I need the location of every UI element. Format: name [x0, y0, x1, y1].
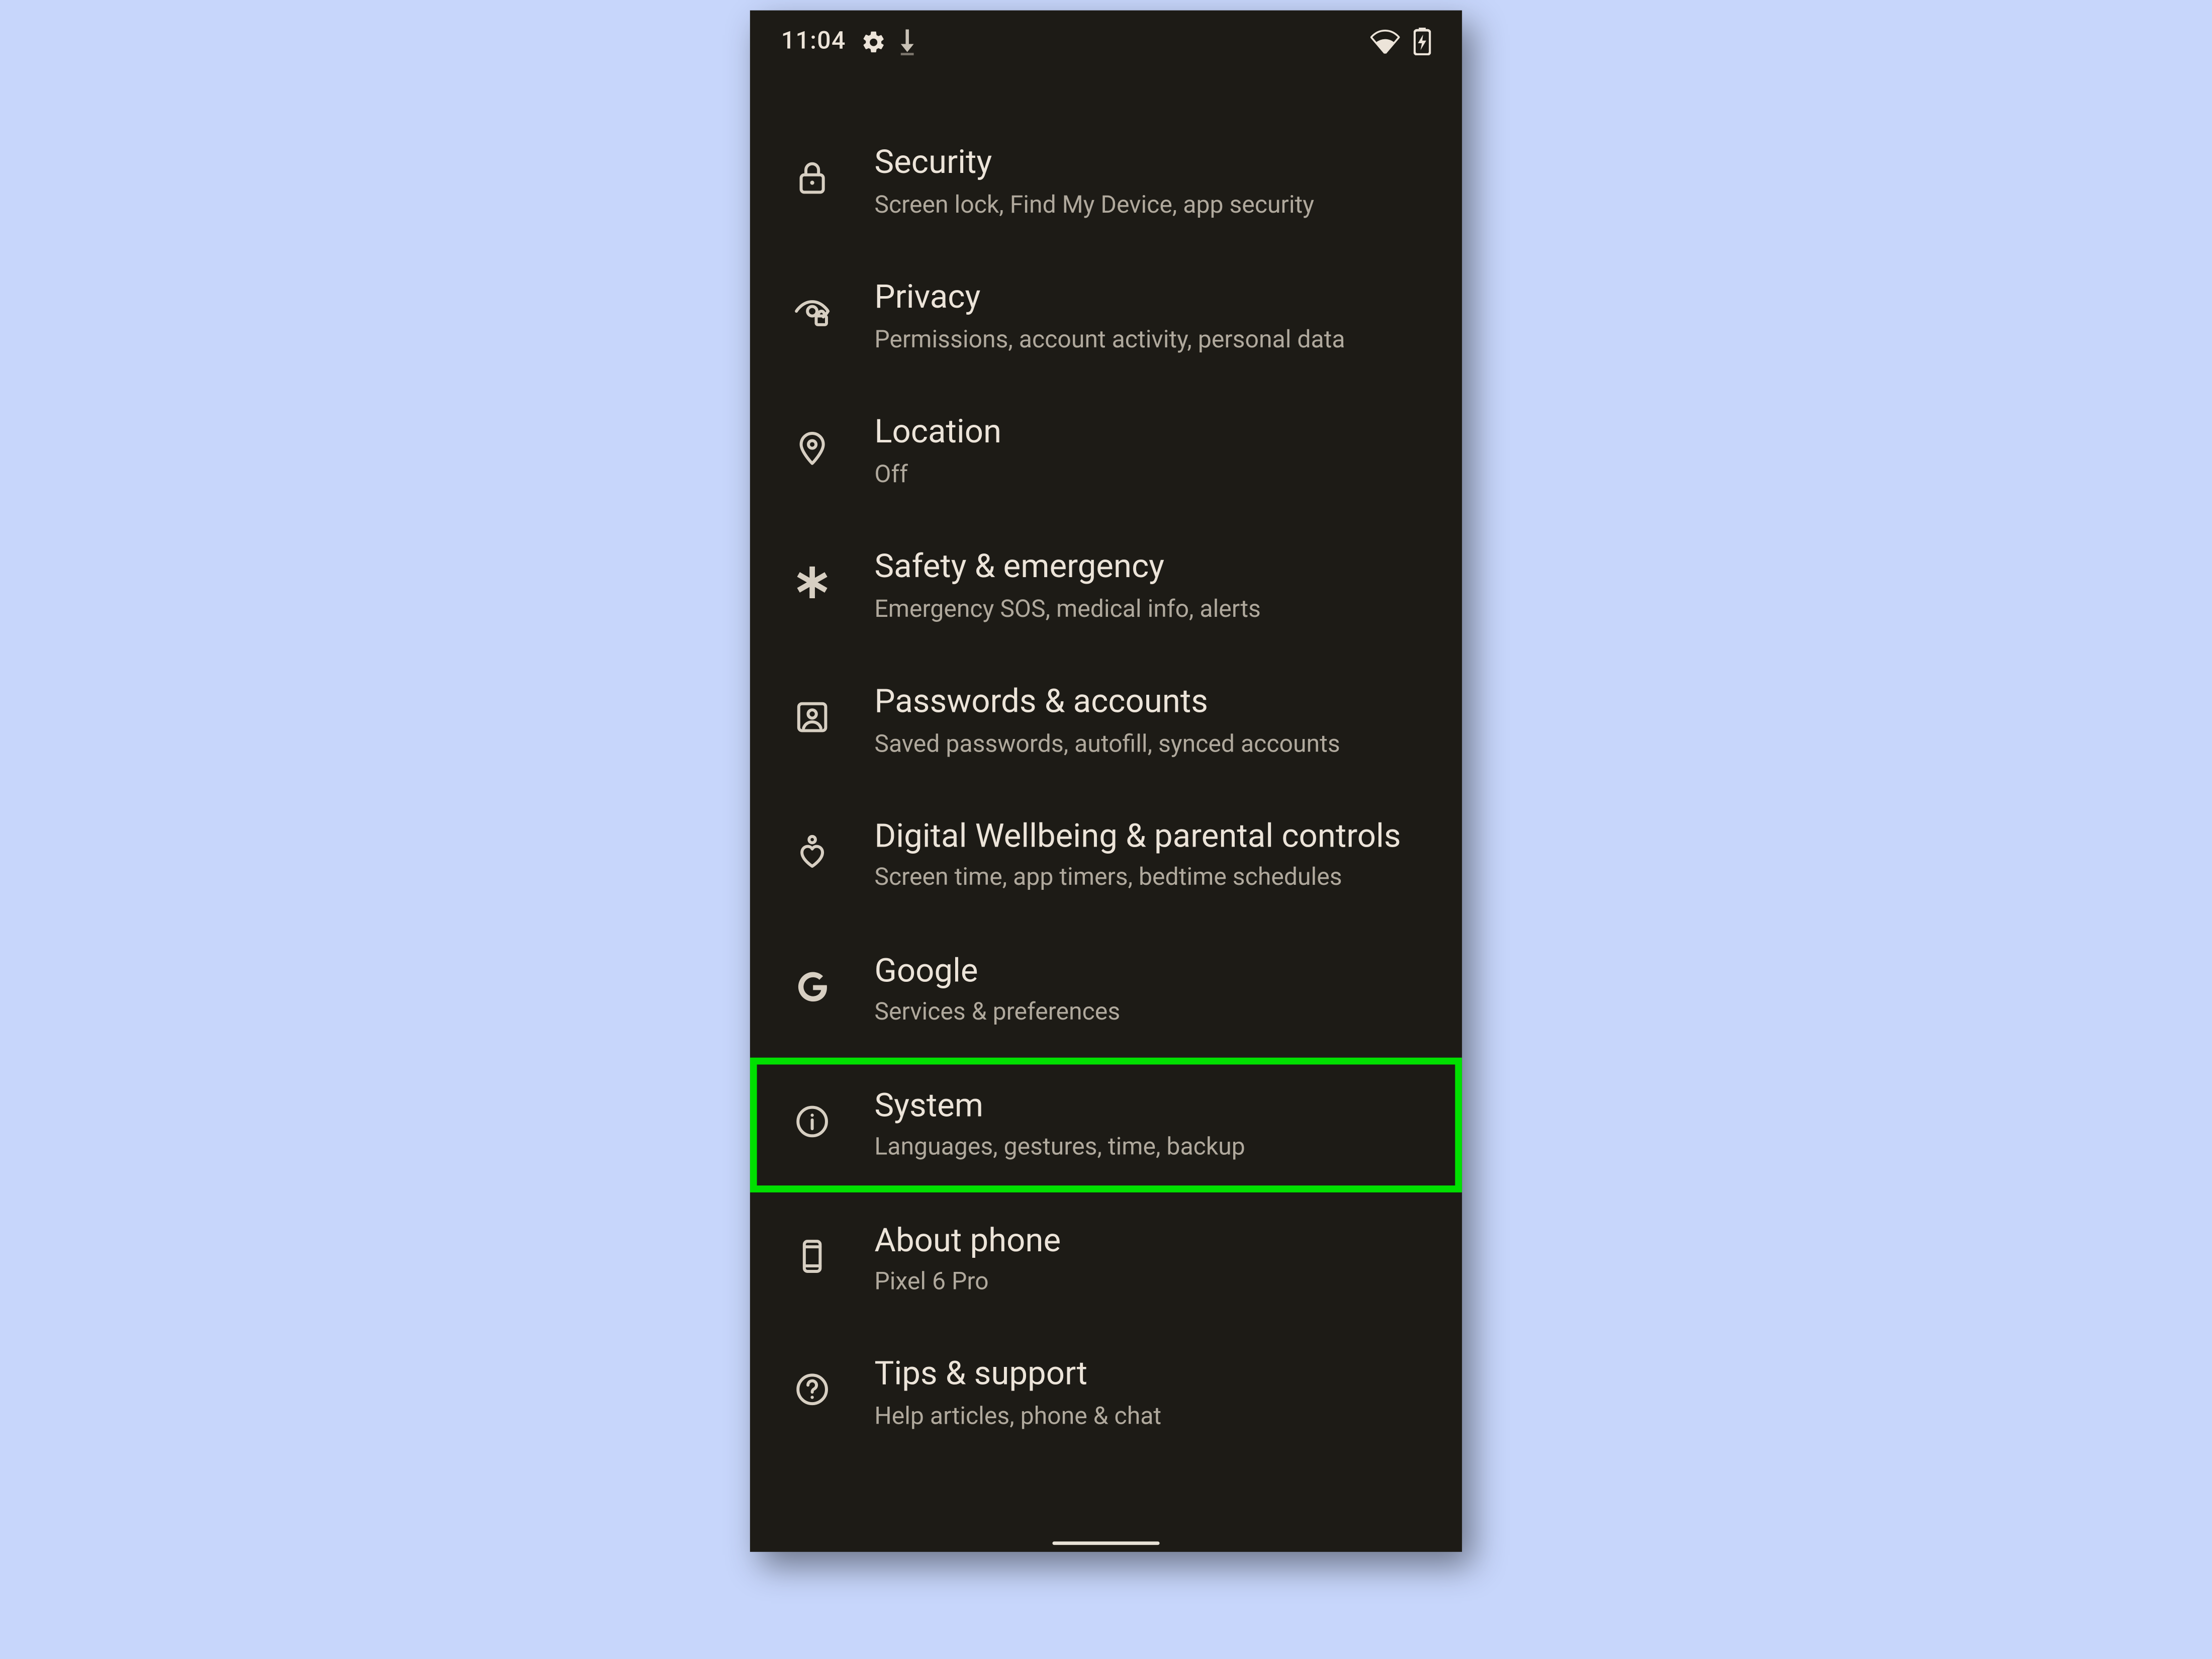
location-pin-icon — [778, 413, 847, 482]
settings-item-subtitle: Services & preferences — [874, 998, 1424, 1030]
info-icon — [778, 1086, 847, 1156]
settings-item-tips[interactable]: Tips & support Help articles, phone & ch… — [750, 1326, 1462, 1461]
gear-icon — [860, 29, 886, 55]
settings-item-title: Tips & support — [874, 1354, 1424, 1395]
settings-item-subtitle: Help articles, phone & chat — [874, 1402, 1424, 1433]
gesture-nav-bar[interactable] — [1052, 1541, 1159, 1545]
wellbeing-heart-icon — [778, 817, 847, 886]
settings-item-location[interactable]: Location Off — [750, 384, 1462, 518]
settings-item-subtitle: Permissions, account activity, personal … — [874, 324, 1424, 356]
settings-item-subtitle: Off — [874, 459, 1424, 491]
settings-item-title: Security — [874, 142, 1424, 183]
settings-item-title: Privacy — [874, 276, 1424, 318]
account-box-icon — [778, 682, 847, 752]
settings-item-subtitle: Saved passwords, autofill, synced accoun… — [874, 728, 1424, 760]
settings-item-about-phone[interactable]: About phone Pixel 6 Pro — [750, 1191, 1462, 1326]
settings-item-privacy[interactable]: Privacy Permissions, account activity, p… — [750, 249, 1462, 384]
settings-item-wellbeing[interactable]: Digital Wellbeing & parental controls Sc… — [750, 787, 1462, 922]
settings-item-title: Digital Wellbeing & parental controls — [874, 815, 1424, 856]
settings-item-title: System — [874, 1084, 1424, 1126]
settings-item-security[interactable]: Security Screen lock, Find My Device, ap… — [750, 114, 1462, 249]
settings-item-passwords[interactable]: Passwords & accounts Saved passwords, au… — [750, 653, 1462, 788]
status-bar: 11:04 — [750, 11, 1462, 62]
settings-item-title: Location — [874, 411, 1424, 452]
settings-item-subtitle: Emergency SOS, medical info, alerts — [874, 594, 1424, 625]
android-settings-screen: 11:04 — [750, 11, 1462, 1552]
help-icon — [778, 1356, 847, 1425]
settings-item-title: Google — [874, 950, 1424, 991]
medical-asterisk-icon — [778, 547, 847, 617]
lock-icon — [778, 143, 847, 213]
settings-item-system[interactable]: System Languages, gestures, time, backup — [750, 1057, 1462, 1191]
settings-item-title: About phone — [874, 1219, 1424, 1260]
status-time: 11:04 — [781, 28, 846, 55]
settings-item-title: Safety & emergency — [874, 546, 1424, 587]
privacy-eye-icon — [778, 278, 847, 347]
google-g-icon — [778, 952, 847, 1021]
settings-item-subtitle: Pixel 6 Pro — [874, 1267, 1424, 1299]
download-icon — [899, 29, 913, 55]
wifi-icon — [1370, 29, 1400, 53]
settings-item-google[interactable]: Google Services & preferences — [750, 922, 1462, 1057]
settings-item-subtitle: Languages, gestures, time, backup — [874, 1133, 1424, 1164]
settings-item-safety[interactable]: Safety & emergency Emergency SOS, medica… — [750, 518, 1462, 653]
settings-item-title: Passwords & accounts — [874, 681, 1424, 722]
battery-charging-icon — [1414, 28, 1431, 55]
phone-device-icon — [778, 1221, 847, 1291]
settings-item-subtitle: Screen lock, Find My Device, app securit… — [874, 190, 1424, 221]
settings-list[interactable]: Security Screen lock, Find My Device, ap… — [750, 90, 1462, 1552]
settings-item-subtitle: Screen time, app timers, bedtime schedul… — [874, 863, 1424, 895]
